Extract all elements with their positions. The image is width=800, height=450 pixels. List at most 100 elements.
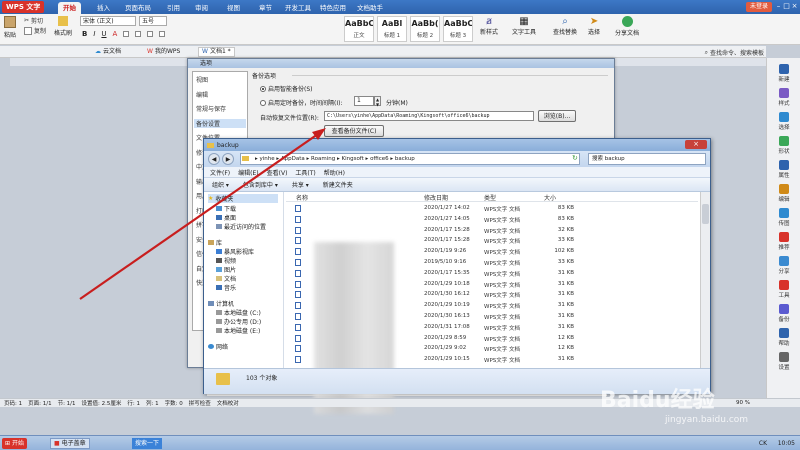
file-list-scrollbar[interactable] [700, 192, 710, 368]
explorer-menu-2[interactable]: 查看(V) [267, 168, 288, 177]
select-button[interactable]: ➤ 选择 [588, 16, 600, 36]
sidebar-item-7[interactable]: 推荐 [767, 232, 800, 251]
taskbar-app-stamp[interactable]: ■ 电子盖章 [50, 438, 90, 449]
tab-1[interactable]: 插入 [92, 2, 115, 14]
options-category-1[interactable]: 编辑 [196, 90, 208, 99]
tab-cloud-docs[interactable]: ☁ 云文档 [92, 47, 124, 57]
minimize-icon[interactable]: – [775, 3, 782, 10]
timed-backup-radio[interactable]: 启用定时备份，时间间隔(I): [260, 98, 342, 107]
italic-button[interactable]: I [93, 30, 95, 38]
text-tools-button[interactable]: ▦ 文字工具 [512, 16, 536, 36]
nav-favorites[interactable]: ★ 收藏夹 [208, 194, 278, 203]
tab-2[interactable]: 页面布局 [120, 2, 156, 14]
tab-4[interactable]: 审阅 [190, 2, 213, 14]
options-category-2[interactable]: 常规与保存 [196, 104, 226, 113]
nav-drive-d[interactable]: 办公专用 (D:) [216, 317, 261, 326]
scroll-thumb[interactable] [702, 204, 709, 224]
style-preset-2[interactable]: AaBb(标题 2 [410, 16, 440, 42]
paste-button[interactable]: 粘贴 [4, 16, 16, 39]
align-left-icon[interactable] [123, 31, 130, 37]
tab-6[interactable]: 章节 [254, 2, 277, 14]
explorer-close-icon[interactable]: × [685, 140, 707, 149]
copy-button[interactable]: 复制 [24, 26, 46, 35]
explorer-menu-1[interactable]: 编辑(E) [238, 168, 258, 177]
col-name[interactable]: 名称 [296, 193, 308, 202]
sidebar-item-3[interactable]: 形状 [767, 136, 800, 155]
font-name-select[interactable]: 宋体 (正文) [80, 16, 136, 26]
input-language[interactable]: CK [756, 438, 770, 449]
nav-videos[interactable]: 视频 [216, 256, 236, 265]
nav-music[interactable]: 音乐 [216, 283, 236, 292]
nav-network[interactable]: 网络 [208, 342, 228, 351]
col-type[interactable]: 类型 [484, 193, 496, 202]
sidebar-item-8[interactable]: 分享 [767, 256, 800, 275]
sidebar-item-12[interactable]: 设置 [767, 352, 800, 371]
tab-7[interactable]: 开发工具 [280, 2, 316, 14]
share-doc-button[interactable]: 分享文档 [615, 16, 639, 37]
cut-button[interactable]: ✂ 剪切 [24, 16, 43, 25]
explorer-tool-3[interactable]: 新建文件夹 [323, 180, 353, 189]
justify-icon[interactable] [159, 31, 166, 37]
explorer-menu-3[interactable]: 工具(T) [295, 168, 315, 177]
browse-button[interactable]: 浏览(B)... [538, 110, 576, 122]
nav-drive-e[interactable]: 本地磁盘 (E:) [216, 326, 260, 335]
tab-0[interactable]: 开始 [58, 2, 81, 14]
nav-documents[interactable]: 文档 [216, 274, 236, 283]
nav-video-lib[interactable]: 暴风影视库 [216, 247, 254, 256]
close-icon[interactable]: × [791, 3, 798, 10]
format-painter-button[interactable]: 格式刷 [54, 16, 72, 37]
status-item-8[interactable]: 文档校对 [217, 399, 239, 407]
explorer-tool-2[interactable]: 共享 ▾ [292, 180, 309, 189]
table-row[interactable]: 2020/1/27 14:05 WPS文字 文档 83 KB [286, 215, 698, 225]
col-size[interactable]: 大小 [544, 193, 556, 202]
zoom-level[interactable]: 90 % [736, 400, 750, 406]
sidebar-item-5[interactable]: 编辑 [767, 184, 800, 203]
bold-button[interactable]: B [82, 30, 87, 38]
explorer-tool-0[interactable]: 组织 ▾ [212, 180, 229, 189]
style-preset-3[interactable]: AaBbC 标题 3 [443, 16, 473, 42]
explorer-menu-4[interactable]: 帮助(H) [324, 168, 345, 177]
find-replace-button[interactable]: ⌕ 查找替换 [553, 16, 577, 36]
nav-library[interactable]: 库 [208, 238, 222, 247]
new-style-button[interactable]: ⱥ 新样式 [480, 16, 498, 36]
options-category-3[interactable]: 备份设置 [194, 118, 246, 128]
location-field[interactable]: C:\Users\yinhe\AppData\Roaming\Kingsoft\… [324, 111, 534, 121]
tab-3[interactable]: 引用 [162, 2, 185, 14]
maximize-icon[interactable]: □ [783, 3, 790, 10]
align-center-icon[interactable] [135, 31, 142, 37]
sidebar-item-11[interactable]: 帮助 [767, 328, 800, 347]
style-preset-1[interactable]: AaBl 标题 1 [377, 16, 407, 42]
interval-stepper[interactable]: 1 [354, 96, 374, 106]
sidebar-item-1[interactable]: 样式 [767, 88, 800, 107]
start-button[interactable]: ⊞ 开始 [2, 438, 28, 449]
stepper-arrows-icon[interactable]: ▲ ▼ [374, 96, 381, 107]
nav-downloads[interactable]: 下载 [216, 204, 236, 213]
back-icon[interactable]: ◀ [208, 153, 220, 165]
tab-document1[interactable]: W 文档1 * [198, 47, 235, 57]
tab-my-wps[interactable]: W 我的WPS [144, 47, 183, 57]
table-row[interactable]: 2020/1/17 15:28 WPS文字 文档 32 KB [286, 226, 698, 236]
address-bar[interactable]: ▸ yinhe ▸ AppData ▸ Roaming ▸ Kingsoft ▸… [240, 153, 580, 165]
status-item-7[interactable]: 拼写检查 [189, 399, 211, 407]
font-color-button[interactable]: A [113, 30, 118, 38]
sidebar-item-9[interactable]: 工具 [767, 280, 800, 299]
nav-recent[interactable]: 最近访问的位置 [216, 222, 266, 231]
table-row[interactable]: 2020/1/27 14:02 WPS文字 文档 83 KB [286, 204, 698, 214]
smart-backup-radio[interactable]: 启用智能备份(S) [260, 84, 313, 93]
explorer-tool-1[interactable]: 包含到库中 ▾ [243, 180, 278, 189]
underline-button[interactable]: U [101, 30, 106, 38]
font-size-select[interactable]: 五号 [139, 16, 167, 26]
tab-8[interactable]: 特色应用 [315, 2, 351, 14]
tab-5[interactable]: 视图 [222, 2, 245, 14]
tab-9[interactable]: 文档助手 [352, 2, 388, 14]
align-right-icon[interactable] [147, 31, 154, 37]
refresh-icon[interactable]: ↻ [572, 154, 578, 162]
style-preset-0[interactable]: AaBbCcDd 正文 [344, 16, 374, 42]
forward-icon[interactable]: ▶ [222, 153, 234, 165]
nav-computer[interactable]: 计算机 [208, 299, 234, 308]
options-category-0[interactable]: 视图 [196, 75, 208, 84]
nav-pictures[interactable]: 图片 [216, 265, 236, 274]
taskbar-search[interactable]: 搜索一下 [132, 438, 163, 449]
view-backup-button[interactable]: 查看备份文件(C) [324, 125, 384, 137]
sidebar-item-6[interactable]: 传图 [767, 208, 800, 227]
